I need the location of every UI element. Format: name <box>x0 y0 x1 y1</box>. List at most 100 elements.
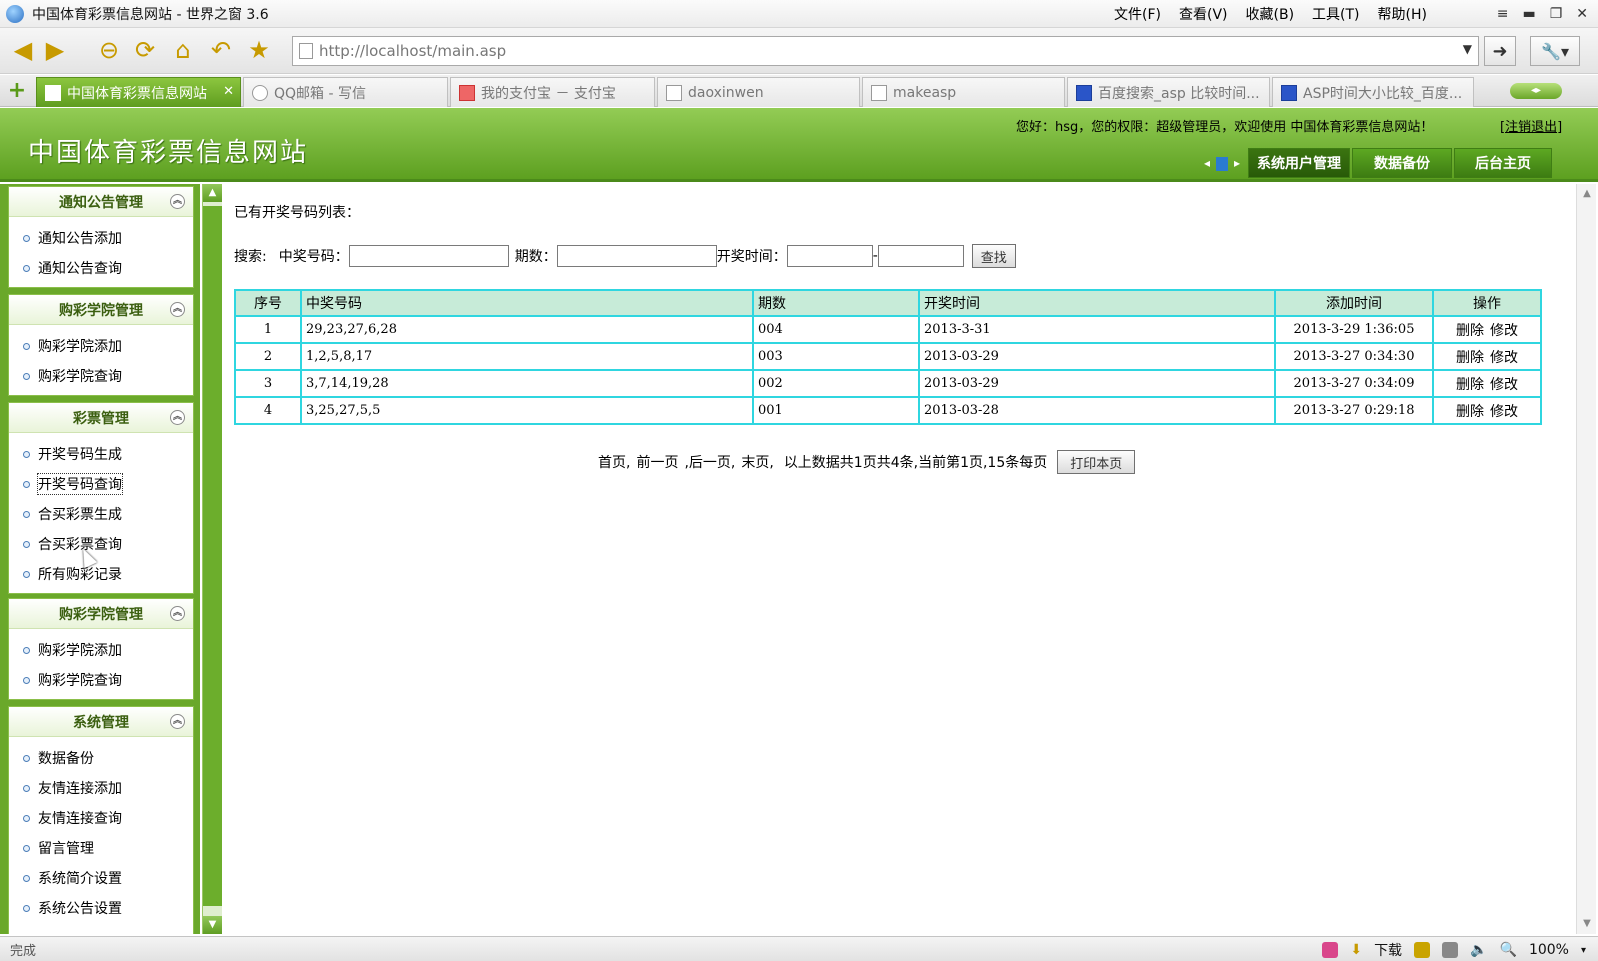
tab-makeasp[interactable]: makeasp <box>862 77 1065 107</box>
panel-title[interactable]: 通知公告管理 ︽ <box>9 187 193 217</box>
panel-title[interactable]: 购彩学院管理 ︽ <box>9 599 193 629</box>
delete-link[interactable]: 删除 <box>1456 404 1484 420</box>
menu-file[interactable]: 文件(F) <box>1114 4 1161 24</box>
collapse-icon[interactable]: ︽ <box>170 606 185 621</box>
collapse-icon[interactable]: ︽ <box>170 194 185 209</box>
zoom-level[interactable]: 100% <box>1529 942 1569 958</box>
scroll-down-icon[interactable]: ▼ <box>1579 916 1595 932</box>
sidebar-item-notice-add[interactable]: 通知公告添加 <box>9 223 193 253</box>
back-icon[interactable]: ◀ <box>8 35 38 65</box>
zoom-dropdown-icon[interactable]: ▾ <box>1581 945 1586 956</box>
nav-data-backup-button[interactable]: 数据备份 <box>1352 148 1452 178</box>
options-icon[interactable]: ≡ <box>1497 6 1509 22</box>
address-input[interactable] <box>319 42 1439 60</box>
delete-link[interactable]: 删除 <box>1456 323 1484 339</box>
menu-favorites[interactable]: 收藏(B) <box>1246 4 1295 24</box>
sidebar-item-notice-query[interactable]: 通知公告查询 <box>9 253 193 283</box>
forward-icon[interactable]: ▶ <box>40 35 70 65</box>
search-button[interactable]: 查找 <box>971 244 1016 268</box>
scroll-up-icon[interactable]: ▲ <box>203 184 222 202</box>
collapse-icon[interactable]: ︽ <box>170 302 185 317</box>
collapse-icon[interactable]: ︽ <box>170 714 185 729</box>
next-page-link[interactable]: ,后一页, <box>684 452 735 472</box>
download-label[interactable]: 下载 <box>1374 940 1402 960</box>
sidebar-item-academy-query-2[interactable]: 购彩学院查询 <box>9 665 193 695</box>
download-icon[interactable]: ⬇ <box>1350 942 1362 958</box>
tools-button[interactable]: 🔧▾ <box>1530 36 1580 66</box>
logout-link[interactable]: [注销退出] <box>1500 116 1562 135</box>
sidebar-item-academy-add-2[interactable]: 购彩学院添加 <box>9 635 193 665</box>
panel-title[interactable]: 购彩学院管理 ︽ <box>9 295 193 325</box>
tab-baidu-asp-time[interactable]: ASP时间大小比较_百度... <box>1272 77 1474 107</box>
bullet-icon <box>23 372 30 380</box>
panel-title[interactable]: 彩票管理 ︽ <box>9 403 193 433</box>
last-page-link[interactable]: 末页, <box>741 452 773 472</box>
sidebar-item-link-add[interactable]: 友情连接添加 <box>9 773 193 803</box>
sidebar-scrollbar[interactable]: ▲ ▼ <box>202 184 222 934</box>
sidebar-item-system-intro[interactable]: 系统简介设置 <box>9 863 193 893</box>
tab-close-icon[interactable]: ✕ <box>223 84 234 99</box>
menu-tools[interactable]: 工具(T) <box>1312 4 1359 24</box>
sidebar-item-academy-add[interactable]: 购彩学院添加 <box>9 331 193 361</box>
page-scrollbar[interactable]: ▲ ▼ <box>1576 184 1596 934</box>
scroll-thumb[interactable] <box>203 206 222 906</box>
sidebar-item-academy-query[interactable]: 购彩学院查询 <box>9 361 193 391</box>
number-input[interactable] <box>348 245 509 267</box>
page-info-icon[interactable] <box>1322 942 1339 958</box>
restore-icon[interactable]: ❐ <box>1550 6 1563 22</box>
print-page-button[interactable]: 打印本页 <box>1057 450 1136 474</box>
tab-lottery-site[interactable]: 中国体育彩票信息网站 ✕ <box>36 77 241 107</box>
menu-help[interactable]: 帮助(H) <box>1378 4 1427 24</box>
sidebar-item-system-notice[interactable]: 系统公告设置 <box>9 893 193 923</box>
sidebar-item-group-query[interactable]: 合买彩票查询 <box>9 529 193 559</box>
nav-admin-home-button[interactable]: 后台主页 <box>1454 148 1552 178</box>
refresh-icon[interactable]: ⟳ <box>130 35 160 65</box>
favorite-star-icon[interactable]: ★ <box>244 35 274 65</box>
first-page-link[interactable]: 首页, <box>598 452 630 472</box>
edit-link[interactable]: 修改 <box>1490 377 1518 393</box>
edit-link[interactable]: 修改 <box>1490 350 1518 366</box>
nav-system-users-button[interactable]: 系统用户管理 <box>1248 148 1350 178</box>
delete-link[interactable]: 删除 <box>1456 377 1484 393</box>
sidebar-item-draw-query[interactable]: 开奖号码查询 <box>9 469 193 499</box>
go-button[interactable]: ➜ <box>1484 36 1516 66</box>
sidebar-item-draw-generate[interactable]: 开奖号码生成 <box>9 439 193 469</box>
scroll-up-icon[interactable]: ▲ <box>1579 186 1595 202</box>
panel-title[interactable]: 系统管理 ︽ <box>9 707 193 737</box>
prev-page-link[interactable]: 前一页 <box>636 452 678 472</box>
address-bar[interactable]: ▼ <box>292 36 1479 66</box>
sound-icon[interactable]: 🔈 <box>1470 942 1487 958</box>
tab-qqmail[interactable]: QQ邮箱 - 写信 <box>243 77 448 107</box>
printer-icon[interactable] <box>1442 942 1459 958</box>
tab-alipay[interactable]: 我的支付宝 － 支付宝 <box>450 77 655 107</box>
header-nav-arrows[interactable]: ◂ ▸ <box>1204 156 1240 171</box>
edit-link[interactable]: 修改 <box>1490 404 1518 420</box>
undo-close-icon[interactable]: ↶ <box>206 35 236 65</box>
edit-link[interactable]: 修改 <box>1490 323 1518 339</box>
tab-scroll-icon[interactable]: ◂▸ <box>1510 83 1562 99</box>
clipboard-icon[interactable] <box>1414 942 1431 958</box>
sidebar-item-all-records[interactable]: 所有购彩记录 <box>9 559 193 589</box>
minimize-icon[interactable]: ▬ <box>1522 6 1535 22</box>
new-tab-plus-icon[interactable]: + <box>6 80 28 103</box>
home-icon[interactable]: ⌂ <box>168 35 198 65</box>
zoom-icon[interactable]: 🔍 <box>1500 942 1517 958</box>
tab-baidu-asp[interactable]: 百度搜索_asp 比较时间... <box>1067 77 1270 107</box>
draw-time-start-input[interactable] <box>786 245 873 267</box>
delete-link[interactable]: 删除 <box>1456 350 1484 366</box>
sidebar-item-data-backup[interactable]: 数据备份 <box>9 743 193 773</box>
address-dropdown-icon[interactable]: ▼ <box>1463 42 1472 56</box>
draw-time-end-input[interactable] <box>877 245 964 267</box>
sidebar-item-link-query[interactable]: 友情连接查询 <box>9 803 193 833</box>
tab-daoxinwen[interactable]: daoxinwen <box>657 77 860 107</box>
close-icon[interactable]: ✕ <box>1576 6 1588 22</box>
period-input[interactable] <box>556 245 717 267</box>
stop-icon[interactable]: ⊖ <box>94 35 124 65</box>
sidebar-item-label: 系统简介设置 <box>38 871 122 887</box>
sidebar-item-group-generate[interactable]: 合买彩票生成 <box>9 499 193 529</box>
cell-actions: 删除 修改 <box>1432 315 1542 344</box>
collapse-icon[interactable]: ︽ <box>170 410 185 425</box>
scroll-down-icon[interactable]: ▼ <box>203 916 222 934</box>
menu-view[interactable]: 查看(V) <box>1179 4 1228 24</box>
sidebar-item-messages[interactable]: 留言管理 <box>9 833 193 863</box>
